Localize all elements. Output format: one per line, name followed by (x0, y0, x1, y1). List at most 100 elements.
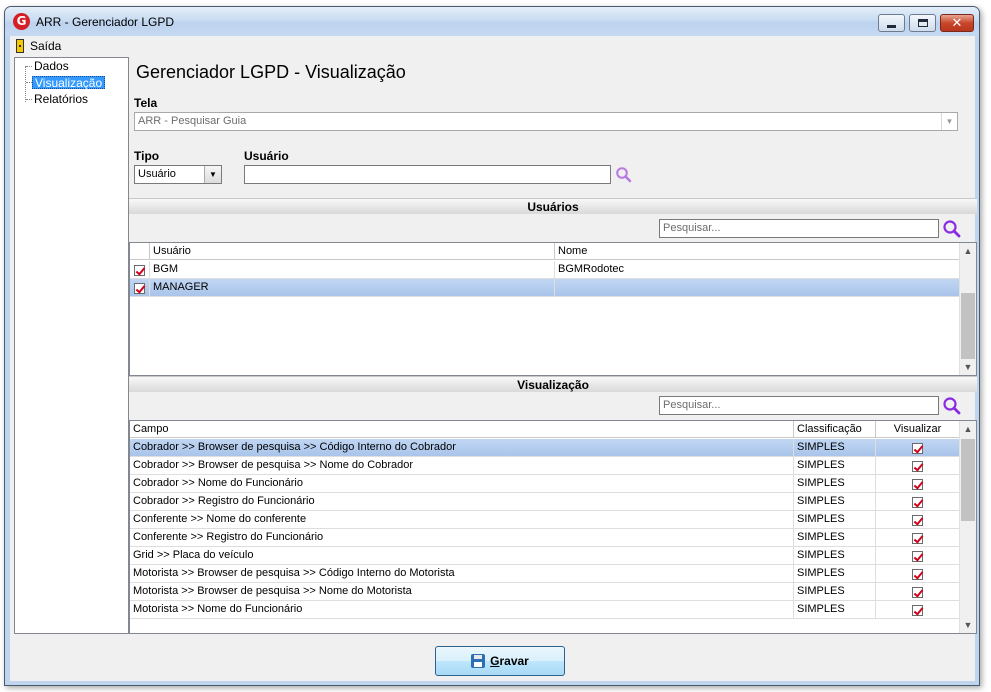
table-row[interactable]: Motorista >> Browser de pesquisa >> Nome… (130, 583, 960, 601)
cell-classificacao: SIMPLES (794, 475, 876, 493)
maximize-icon (917, 19, 928, 27)
cell-campo: Cobrador >> Browser de pesquisa >> Códig… (130, 439, 794, 457)
table-row[interactable]: Motorista >> Nome do Funcionário SIMPLES (130, 601, 960, 619)
scroll-down-icon[interactable]: ▼ (960, 617, 976, 633)
scroll-thumb[interactable] (961, 439, 975, 521)
vertical-scrollbar[interactable]: ▲ ▼ (959, 421, 976, 633)
tree-item-relatorios[interactable]: Relatórios (32, 93, 90, 106)
checkbox[interactable] (912, 442, 923, 454)
chevron-down-icon[interactable]: ▼ (204, 166, 221, 183)
scroll-up-icon[interactable]: ▲ (960, 243, 976, 259)
cell-visualizar[interactable] (876, 493, 960, 511)
column-header-check (130, 243, 150, 260)
cell-campo: Grid >> Placa do veículo (130, 547, 794, 565)
usuarios-search-input[interactable]: Pesquisar... (659, 219, 939, 238)
visualizacao-search-input[interactable]: Pesquisar... (659, 396, 939, 415)
usuarios-table: Usuário Nome BGM BGMRodotec MANAGER ▲ ▼ (129, 242, 977, 376)
table-row[interactable]: Cobrador >> Nome do Funcionário SIMPLES (130, 475, 960, 493)
save-button-label: Gravar (490, 654, 529, 668)
checkbox[interactable] (912, 532, 923, 544)
column-header-campo[interactable]: Campo (130, 421, 794, 438)
cell-campo: Motorista >> Browser de pesquisa >> Códi… (130, 565, 794, 583)
client-area: Saída Dados Visualização Relatórios Gere… (10, 36, 977, 681)
cell-classificacao: SIMPLES (794, 529, 876, 547)
table-row[interactable]: Motorista >> Browser de pesquisa >> Códi… (130, 565, 960, 583)
table-row[interactable]: Grid >> Placa do veículo SIMPLES (130, 547, 960, 565)
table-header: Campo Classificação Visualizar (130, 421, 960, 438)
checkbox[interactable] (912, 478, 923, 490)
checkbox[interactable] (912, 460, 923, 472)
tela-select-value: ARR - Pesquisar Guia (138, 115, 247, 127)
checkbox[interactable] (912, 496, 923, 508)
tree-item-dados[interactable]: Dados (32, 60, 71, 73)
cell-visualizar[interactable] (876, 529, 960, 547)
row-checkbox-cell[interactable] (130, 261, 150, 279)
table-row[interactable]: Cobrador >> Registro do Funcionário SIMPL… (130, 493, 960, 511)
page-title: Gerenciador LGPD - Visualização (136, 62, 406, 82)
column-header-visualizar[interactable]: Visualizar (876, 421, 960, 438)
cell-nome (555, 279, 960, 297)
cell-visualizar[interactable] (876, 511, 960, 529)
column-header-classificacao[interactable]: Classificação (794, 421, 876, 438)
column-header-nome[interactable]: Nome (555, 243, 960, 260)
scroll-down-icon[interactable]: ▼ (960, 359, 976, 375)
table-row[interactable]: Cobrador >> Browser de pesquisa >> Códig… (130, 439, 960, 457)
floppy-disk-icon (471, 654, 486, 668)
table-row[interactable]: Cobrador >> Browser de pesquisa >> Nome … (130, 457, 960, 475)
cell-visualizar[interactable] (876, 547, 960, 565)
cell-nome: BGMRodotec (555, 261, 960, 279)
vertical-scrollbar[interactable]: ▲ ▼ (959, 243, 976, 375)
visualizacao-section-header: Visualização (129, 376, 977, 392)
app-logo-icon: G (13, 13, 30, 30)
app-window: G ARR - Gerenciador LGPD ✕ Saída Dados V… (4, 6, 980, 686)
checkbox[interactable] (912, 586, 923, 598)
checkbox[interactable] (912, 550, 923, 562)
close-button[interactable]: ✕ (940, 14, 974, 32)
tipo-label: Tipo (134, 149, 160, 163)
menu-exit[interactable]: Saída (16, 38, 61, 53)
checkbox[interactable] (912, 514, 923, 526)
table-header: Usuário Nome (130, 243, 960, 260)
tree-item-visualizacao[interactable]: Visualização (32, 76, 106, 90)
search-icon[interactable] (615, 166, 633, 184)
scroll-thumb[interactable] (961, 293, 975, 359)
tipo-dropdown-value: Usuário (138, 168, 176, 180)
checkbox[interactable] (134, 282, 145, 294)
checkbox[interactable] (912, 568, 923, 580)
door-exit-icon (16, 38, 24, 53)
table-row[interactable]: BGM BGMRodotec (130, 261, 960, 279)
row-checkbox-cell[interactable] (130, 279, 150, 297)
tipo-dropdown[interactable]: Usuário ▼ (134, 165, 222, 184)
cell-campo: Cobrador >> Browser de pesquisa >> Nome … (130, 457, 794, 475)
table-row[interactable]: Conferente >> Registro do Funcionário SIM… (130, 529, 960, 547)
cell-visualizar[interactable] (876, 583, 960, 601)
minimize-button[interactable] (878, 14, 905, 32)
cell-classificacao: SIMPLES (794, 439, 876, 457)
checkbox[interactable] (134, 264, 145, 276)
cell-classificacao: SIMPLES (794, 583, 876, 601)
table-row[interactable]: MANAGER (130, 279, 960, 297)
cell-campo: Conferente >> Nome do conferente (130, 511, 794, 529)
checkbox[interactable] (912, 604, 923, 616)
navigation-tree: Dados Visualização Relatórios (14, 57, 129, 634)
cell-campo: Cobrador >> Registro do Funcionário (130, 493, 794, 511)
cell-classificacao: SIMPLES (794, 565, 876, 583)
save-button[interactable]: Gravar (435, 646, 565, 676)
usuarios-section-header: Usuários (129, 198, 977, 214)
table-row[interactable]: Conferente >> Nome do conferente SIMPLES (130, 511, 960, 529)
column-header-usuario[interactable]: Usuário (150, 243, 555, 260)
cell-visualizar[interactable] (876, 475, 960, 493)
window-title: ARR - Gerenciador LGPD (36, 15, 175, 29)
title-bar[interactable]: G ARR - Gerenciador LGPD ✕ (5, 7, 979, 36)
cell-visualizar[interactable] (876, 439, 960, 457)
search-icon[interactable] (942, 219, 962, 239)
maximize-button[interactable] (909, 14, 936, 32)
cell-visualizar[interactable] (876, 601, 960, 619)
scroll-up-icon[interactable]: ▲ (960, 421, 976, 437)
chevron-down-icon: ▼ (941, 113, 957, 130)
cell-visualizar[interactable] (876, 565, 960, 583)
search-icon[interactable] (942, 396, 962, 416)
cell-visualizar[interactable] (876, 457, 960, 475)
cell-classificacao: SIMPLES (794, 457, 876, 475)
usuario-input[interactable] (244, 165, 611, 184)
